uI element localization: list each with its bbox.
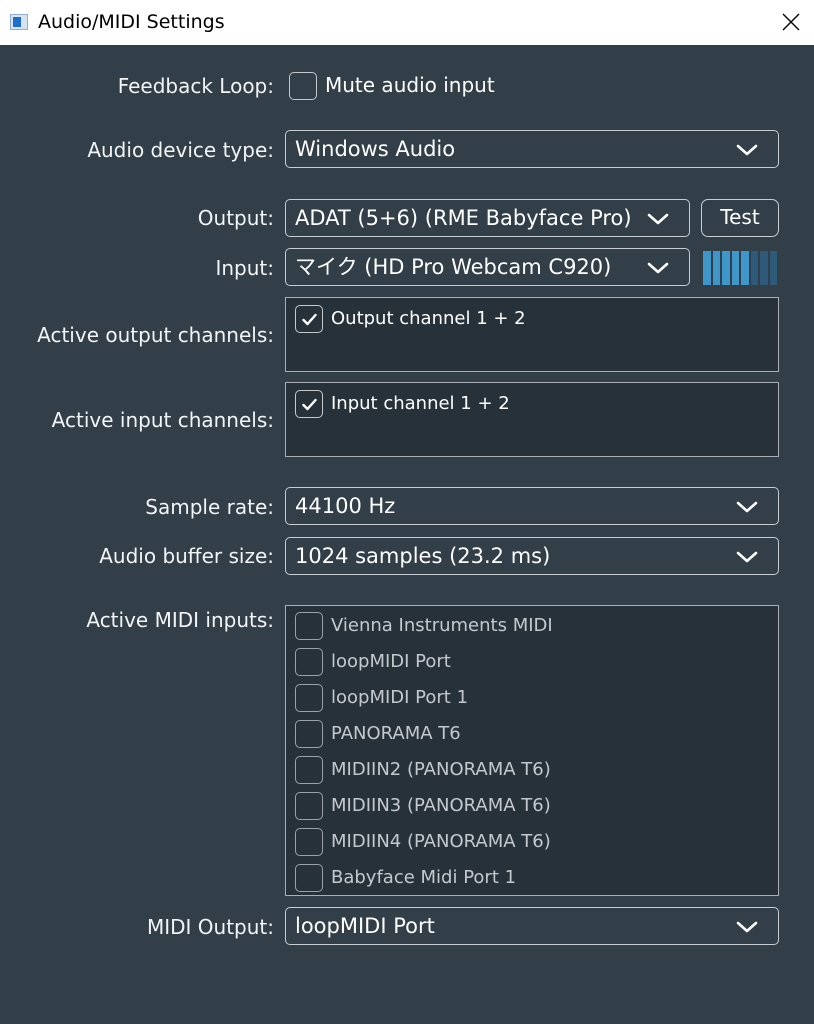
audio-device-type-value: Windows Audio <box>295 137 456 161</box>
midi-output-value: loopMIDI Port <box>295 914 435 938</box>
midi-input-label: MIDIIN4 (PANORAMA T6) <box>331 831 551 852</box>
list-item[interactable]: MIDIIN2 (PANORAMA T6) <box>295 756 765 784</box>
midi-input-checkbox[interactable] <box>295 828 323 856</box>
midi-input-label: Babyface Midi Port 1 <box>331 867 517 888</box>
checkmark-icon <box>302 313 317 326</box>
output-device-dropdown[interactable]: ADAT (5+6) (RME Babyface Pro) <box>285 199 690 237</box>
mute-audio-input-checkbox[interactable] <box>289 72 317 100</box>
sample-rate-label: Sample rate: <box>145 495 274 519</box>
close-icon <box>782 13 800 31</box>
list-item[interactable]: loopMIDI Port 1 <box>295 684 765 712</box>
midi-input-checkbox[interactable] <box>295 684 323 712</box>
midi-input-label: MIDIIN2 (PANORAMA T6) <box>331 759 551 780</box>
input-channel-label: Input channel 1 + 2 <box>331 393 510 414</box>
input-label: Input: <box>215 256 274 280</box>
list-item[interactable]: loopMIDI Port <box>295 648 765 676</box>
level-meter-segment <box>712 251 720 285</box>
level-meter-segment <box>722 251 730 285</box>
output-device-value: ADAT (5+6) (RME Babyface Pro) <box>295 206 632 230</box>
level-meter-segment <box>769 251 777 285</box>
list-item[interactable]: MIDIIN4 (PANORAMA T6) <box>295 828 765 856</box>
chevron-down-icon <box>736 551 758 563</box>
chevron-down-icon <box>647 213 669 225</box>
chevron-down-icon <box>736 501 758 513</box>
audio-device-type-label: Audio device type: <box>87 138 274 162</box>
chevron-down-icon <box>736 921 758 933</box>
title-bar: Audio/MIDI Settings <box>0 0 814 45</box>
list-item[interactable]: MIDIIN3 (PANORAMA T6) <box>295 792 765 820</box>
active-output-channels-label: Active output channels: <box>37 323 274 347</box>
mute-audio-input-checkbox-row[interactable]: Mute audio input <box>289 72 509 100</box>
level-meter-segment <box>703 251 711 285</box>
window-title: Audio/MIDI Settings <box>38 11 225 33</box>
midi-output-label: MIDI Output: <box>146 915 274 939</box>
active-output-channels-list: Output channel 1 + 2 <box>285 297 779 372</box>
level-meter-segment <box>731 251 739 285</box>
list-item[interactable]: Input channel 1 + 2 <box>295 390 755 418</box>
test-button[interactable]: Test <box>701 199 779 237</box>
checkmark-icon <box>302 398 317 411</box>
chevron-down-icon <box>736 144 758 156</box>
level-meter-segment <box>750 251 758 285</box>
input-device-value: マイク (HD Pro Webcam C920) <box>295 255 612 279</box>
output-channel-label: Output channel 1 + 2 <box>331 308 526 329</box>
sample-rate-value: 44100 Hz <box>295 494 396 518</box>
midi-output-dropdown[interactable]: loopMIDI Port <box>285 907 779 945</box>
audio-buffer-size-value: 1024 samples (23.2 ms) <box>295 544 551 568</box>
midi-input-label: loopMIDI Port <box>331 651 451 672</box>
app-icon <box>10 14 28 30</box>
list-item[interactable]: PANORAMA T6 <box>295 720 765 748</box>
audio-buffer-size-label: Audio buffer size: <box>99 544 274 568</box>
midi-input-checkbox[interactable] <box>295 864 323 892</box>
mute-audio-input-label: Mute audio input <box>325 73 495 97</box>
output-label: Output: <box>197 206 274 230</box>
active-input-channels-label: Active input channels: <box>51 408 274 432</box>
level-meter-segment <box>741 251 749 285</box>
audio-buffer-size-dropdown[interactable]: 1024 samples (23.2 ms) <box>285 537 779 575</box>
active-midi-inputs-label: Active MIDI inputs: <box>86 608 274 632</box>
midi-input-checkbox[interactable] <box>295 792 323 820</box>
chevron-down-icon <box>647 262 669 274</box>
output-channel-checkbox[interactable] <box>295 305 323 333</box>
input-device-dropdown[interactable]: マイク (HD Pro Webcam C920) <box>285 248 690 286</box>
midi-input-checkbox[interactable] <box>295 612 323 640</box>
audio-device-type-dropdown[interactable]: Windows Audio <box>285 130 779 168</box>
list-item[interactable]: Vienna Instruments MIDI <box>295 612 765 640</box>
active-midi-inputs-list: Vienna Instruments MIDI loopMIDI Port lo… <box>285 605 779 896</box>
list-item[interactable]: Output channel 1 + 2 <box>295 305 755 333</box>
close-button[interactable] <box>768 0 814 45</box>
input-channel-checkbox[interactable] <box>295 390 323 418</box>
midi-input-checkbox[interactable] <box>295 648 323 676</box>
active-input-channels-list: Input channel 1 + 2 <box>285 382 779 457</box>
midi-input-label: loopMIDI Port 1 <box>331 687 469 708</box>
list-item[interactable]: Babyface Midi Port 1 <box>295 864 765 892</box>
midi-input-checkbox[interactable] <box>295 720 323 748</box>
input-level-meter <box>703 251 777 285</box>
feedback-loop-label: Feedback Loop: <box>117 74 274 98</box>
midi-input-label: MIDIIN3 (PANORAMA T6) <box>331 795 551 816</box>
level-meter-segment <box>760 251 768 285</box>
sample-rate-dropdown[interactable]: 44100 Hz <box>285 487 779 525</box>
midi-input-label: PANORAMA T6 <box>331 723 461 744</box>
midi-input-checkbox[interactable] <box>295 756 323 784</box>
midi-input-label: Vienna Instruments MIDI <box>331 615 553 636</box>
